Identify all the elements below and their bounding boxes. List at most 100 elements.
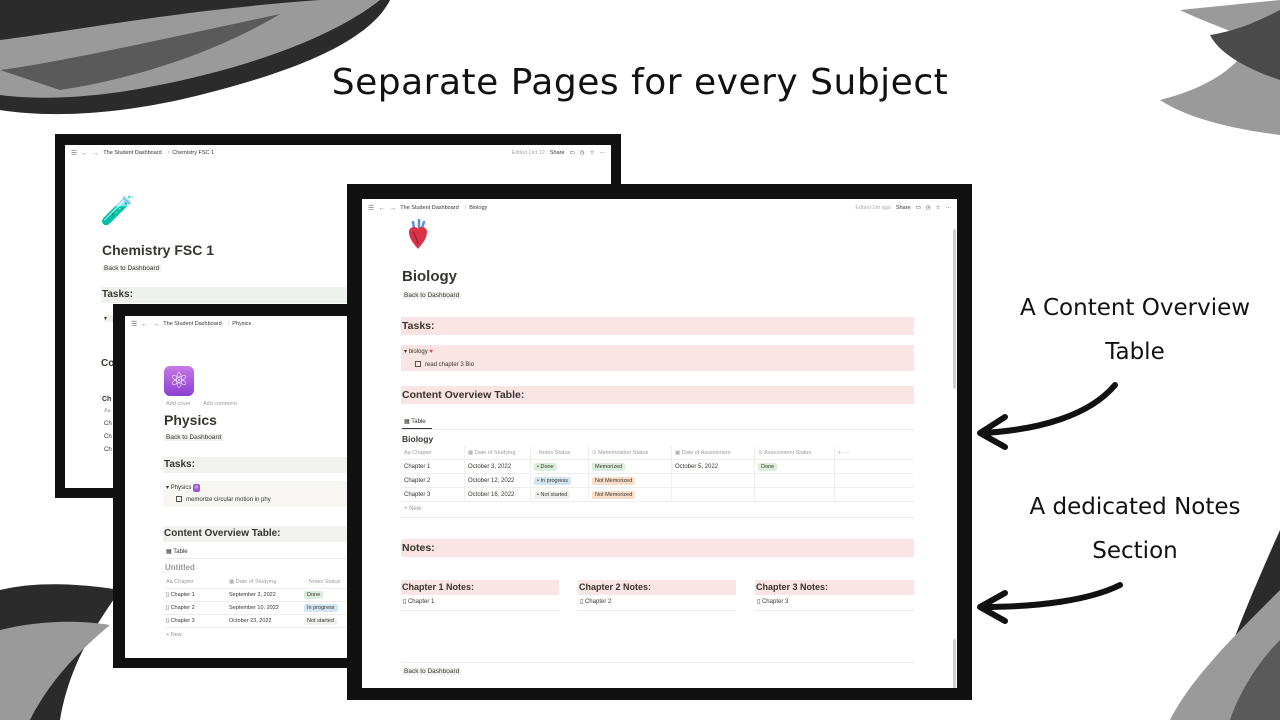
biology-footer-back-link[interactable]: Back to Dashboard: [402, 668, 462, 675]
assessment-status-cell[interactable]: [755, 474, 835, 487]
more-icon[interactable]: ···: [600, 150, 606, 156]
biology-back-link[interactable]: Back to Dashboard: [402, 292, 462, 299]
column-header[interactable]: ⊙ Assessment Status: [755, 446, 835, 459]
physics-view-tab[interactable]: ▦ Table: [166, 548, 188, 555]
notes-page-link[interactable]: ▯ Chapter 1: [403, 598, 434, 605]
column-header[interactable]: ▦ Date of Studying: [465, 446, 531, 459]
back-arrow-icon[interactable]: ←: [81, 150, 88, 157]
chapter-cell[interactable]: Chapter 2: [401, 474, 465, 487]
chapter-cell[interactable]: ▯ Chapter 2: [164, 605, 226, 611]
comment-icon[interactable]: ▭: [916, 205, 921, 211]
date-cell[interactable]: October 3, 2022: [465, 460, 531, 473]
column-header[interactable]: ◌ Notes Status: [531, 446, 589, 459]
share-button[interactable]: Share: [550, 150, 565, 156]
chapter-cell[interactable]: ▯ Chapter 1: [164, 592, 226, 598]
add-cover-button[interactable]: Add cover: [166, 401, 191, 407]
column-header[interactable]: ▦ Date of Studying: [226, 579, 301, 585]
chapter-cell[interactable]: ▯ Chapter 3: [164, 618, 226, 624]
breadcrumb-page[interactable]: Biology: [469, 205, 487, 211]
scrollbar[interactable]: [953, 229, 956, 389]
table-row[interactable]: Chapter 3 October 16, 2022 • Not started…: [401, 488, 914, 502]
task-checkbox[interactable]: [176, 496, 182, 502]
biology-toggle[interactable]: ▾ biology ♥: [404, 348, 433, 355]
back-arrow-icon[interactable]: ←: [378, 205, 385, 212]
share-button[interactable]: Share: [896, 205, 911, 211]
divider: [401, 610, 559, 611]
memo-status-cell[interactable]: Memorized: [589, 460, 672, 473]
notes-annotation-line1: A dedicated Notes: [1029, 494, 1241, 520]
menu-icon[interactable]: ☰: [71, 149, 77, 157]
breadcrumb-root[interactable]: The Student Dashboard: [163, 321, 221, 327]
assessment-date-cell[interactable]: [672, 474, 755, 487]
date-cell[interactable]: October 16, 2022: [465, 488, 531, 501]
breadcrumb-root[interactable]: The Student Dashboard: [400, 205, 458, 211]
forward-arrow-icon[interactable]: →: [92, 150, 99, 157]
favorite-icon[interactable]: ☆: [936, 205, 941, 211]
date-cell[interactable]: September 3, 2022: [226, 592, 301, 598]
column-header[interactable]: Aa Chapter: [164, 579, 226, 585]
forward-arrow-icon[interactable]: →: [389, 205, 396, 212]
status-badge: • In progress: [534, 476, 571, 485]
notes-page-label: Chapter 2: [584, 599, 612, 605]
assessment-status-cell[interactable]: Done: [755, 460, 835, 473]
table-row[interactable]: Chapter 2 October 12, 2022 • In progress…: [401, 474, 914, 488]
notes-status-cell[interactable]: • Not started: [531, 488, 589, 501]
task-checkbox[interactable]: [415, 361, 421, 367]
chemistry-page-title: Chemistry FSC 1: [102, 242, 215, 258]
menu-icon[interactable]: ☰: [368, 204, 374, 212]
assessment-date-cell[interactable]: [672, 488, 755, 501]
comment-icon[interactable]: ▭: [570, 150, 575, 156]
new-row-button[interactable]: + New: [164, 628, 354, 641]
assessment-date-cell[interactable]: October 5, 2022: [672, 460, 755, 473]
memo-status-cell[interactable]: Not Memorized: [589, 488, 672, 501]
add-column-button[interactable]: + ···: [835, 450, 914, 456]
status-badge: • Not started: [534, 490, 571, 499]
notes-status-cell[interactable]: • Done: [531, 460, 589, 473]
chapter-cell[interactable]: Chapter 3: [401, 488, 465, 501]
menu-icon[interactable]: ☰: [131, 320, 137, 328]
status-badge: Memorized: [592, 462, 626, 471]
column-header[interactable]: ⊙ Memorization Status: [589, 446, 672, 459]
overview-annotation-line1: A Content Overview: [1019, 295, 1251, 321]
back-arrow-icon[interactable]: ←: [141, 321, 148, 328]
notes-page-link[interactable]: ▯ Chapter 2: [580, 598, 611, 605]
history-icon[interactable]: ◷: [926, 205, 931, 211]
biology-task-item[interactable]: read chapter 3 Bio: [415, 361, 474, 368]
notes-status-cell[interactable]: • In progress: [531, 474, 589, 487]
breadcrumb-separator: /: [167, 150, 170, 156]
breadcrumb-separator: /: [227, 321, 230, 327]
table-row[interactable]: ▯ Chapter 1 September 3, 2022 Done: [164, 589, 354, 602]
chapter-cell[interactable]: Chapter 1: [401, 460, 465, 473]
breadcrumb-page[interactable]: Chemistry FSC 1: [172, 150, 214, 156]
table-row[interactable]: ▯ Chapter 3 October 23, 2022 Not started: [164, 615, 354, 628]
physics-task-item[interactable]: memorize circular motion in phy: [176, 496, 271, 503]
chemistry-row-partial: Ch: [104, 434, 112, 440]
date-cell[interactable]: September 10, 2022: [226, 605, 301, 611]
breadcrumb-page[interactable]: Physics: [232, 321, 251, 327]
history-icon[interactable]: ◷: [580, 150, 585, 156]
memo-status-cell[interactable]: Not Memorized: [589, 474, 672, 487]
add-comment-button[interactable]: Add comment: [203, 401, 237, 407]
assessment-status-cell[interactable]: [755, 488, 835, 501]
biology-view-tab[interactable]: ▦ Table: [404, 418, 426, 425]
notes-page-link[interactable]: ▯ Chapter 3: [757, 598, 788, 605]
date-cell[interactable]: October 23, 2022: [226, 618, 301, 624]
physics-toggle[interactable]: ▾ Physics ⚛: [166, 484, 200, 492]
chemistry-back-link[interactable]: Back to Dashboard: [102, 265, 162, 272]
table-row[interactable]: ▯ Chapter 2 September 10, 2022 In progre…: [164, 602, 354, 615]
column-header[interactable]: ▦ Date of Assessment: [672, 446, 755, 459]
table-header-row: Aa Chapter ▦ Date of Studying ◌ Notes St…: [401, 446, 914, 460]
table-row[interactable]: Chapter 1 October 3, 2022 • Done Memoriz…: [401, 460, 914, 474]
divider: [578, 610, 736, 611]
more-icon[interactable]: ···: [946, 205, 952, 211]
biology-toggle-label: biology: [408, 349, 428, 355]
favorite-icon[interactable]: ☆: [590, 150, 595, 156]
new-row-button[interactable]: + New: [401, 502, 914, 516]
breadcrumb-root[interactable]: The Student Dashboard: [103, 150, 161, 156]
physics-content-heading: Content Overview Table:: [163, 526, 353, 542]
column-header[interactable]: Aa Chapter: [401, 446, 465, 459]
notes-annotation-line2: Section: [1092, 538, 1178, 564]
physics-back-link[interactable]: Back to Dashboard: [164, 434, 224, 441]
date-cell[interactable]: October 12, 2022: [465, 474, 531, 487]
forward-arrow-icon[interactable]: →: [152, 321, 159, 328]
